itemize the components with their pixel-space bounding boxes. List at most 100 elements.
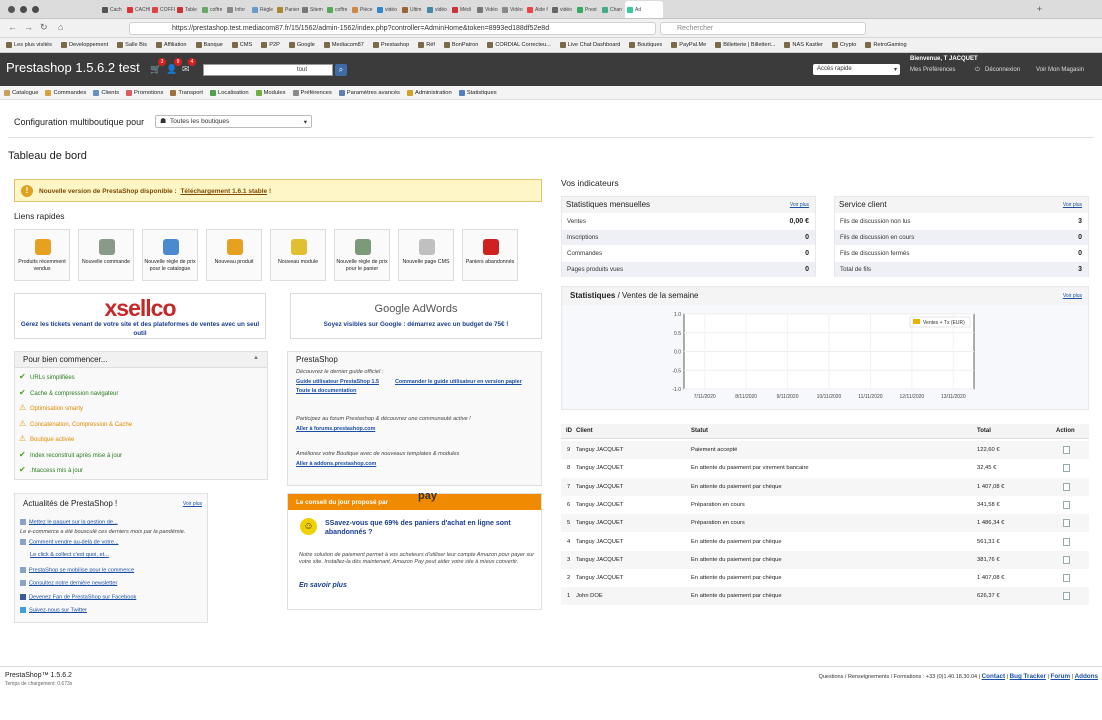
bookmark-item[interactable]: RetroGaming <box>865 42 907 48</box>
menu-item[interactable]: Promotions <box>126 89 163 96</box>
browser-tab[interactable]: Aide f <box>525 1 550 18</box>
menu-item[interactable]: Commandes <box>45 89 86 96</box>
news-link[interactable]: Le click & collect c'est quoi, et... <box>30 552 109 558</box>
view-order-icon[interactable] <box>1063 574 1070 583</box>
view-order-icon[interactable] <box>1063 464 1070 473</box>
menu-item[interactable]: Transport <box>170 89 203 96</box>
checklist-item[interactable]: ⚠ Concaténation, Compression & Cache <box>19 419 132 428</box>
url-field[interactable]: https://prestashop.test.mediacom87.fr/15… <box>129 22 656 35</box>
news-link[interactable]: PrestaShop se mobilise pour le commerce <box>20 567 134 573</box>
quick-link[interactable]: Nouvelle règle de prix pour le catalogue <box>142 229 198 281</box>
table-row[interactable]: 6 Tanguy JACQUET Préparation en cours 341,5… <box>561 496 1089 514</box>
menu-item[interactable]: Modules <box>255 89 286 96</box>
bookmark-item[interactable]: Boutiques <box>629 42 662 48</box>
view-order-icon[interactable] <box>1063 500 1070 509</box>
quick-link[interactable]: Nouvelle commande <box>78 229 134 281</box>
table-row[interactable]: 4 Tanguy JACQUET En attente du paiement pa… <box>561 533 1089 551</box>
table-row[interactable]: 2 Tanguy JACQUET En attente du paiement pa… <box>561 569 1089 587</box>
bookmark-item[interactable]: Live Chat Dashboard <box>559 42 620 48</box>
addons-link[interactable]: Addons <box>1075 673 1098 680</box>
browser-tab[interactable]: Panier <box>275 1 300 18</box>
menu-item[interactable]: Catalogue <box>4 89 38 96</box>
checklist-item[interactable]: ✔ .htaccess mis à jour <box>19 465 83 474</box>
browser-tab[interactable]: vidéo <box>425 1 450 18</box>
checklist-item[interactable]: ✔ Index reconstruit après mise à jour <box>19 450 122 459</box>
bookmark-item[interactable]: Billetterie | Billetteri... <box>715 42 775 48</box>
close-window-icon[interactable] <box>8 6 15 13</box>
browser-tab[interactable]: vidéo <box>375 1 400 18</box>
view-order-icon[interactable] <box>1063 555 1070 564</box>
browser-tab[interactable]: Médi <box>450 1 475 18</box>
news-link[interactable]: Comment vendre au-delà de votre... <box>20 539 119 545</box>
forum-link[interactable]: Aller à forums.prestashop.com <box>296 426 375 432</box>
browser-tab[interactable]: Ad <box>625 1 663 18</box>
menu-item[interactable]: Paramètres avancés <box>338 89 400 96</box>
facebook-link[interactable]: Devenez Fan de PrestaShop sur Facebook <box>20 594 136 600</box>
menu-item[interactable]: Administration <box>406 89 452 96</box>
menu-item[interactable]: Clients <box>93 89 119 96</box>
table-row[interactable]: 7 Tanguy JACQUET En attente du paiement pa… <box>561 477 1089 496</box>
view-order-icon[interactable] <box>1063 482 1070 491</box>
news-more-link[interactable]: Voir plus <box>183 501 202 507</box>
browser-tab[interactable]: Vidéo <box>475 1 500 18</box>
bookmark-item[interactable]: Google <box>288 42 315 48</box>
bookmark-item[interactable]: Réf <box>418 42 435 48</box>
bookmark-item[interactable]: CMS <box>231 42 252 48</box>
logout-link[interactable]: Déconnexion <box>985 67 1020 73</box>
browser-tab[interactable]: Prest <box>575 1 600 18</box>
browser-tab[interactable]: Vidéo <box>500 1 525 18</box>
menu-item[interactable]: Préférences <box>292 89 332 96</box>
browser-tab[interactable]: Sitem <box>300 1 325 18</box>
xsellco-banner[interactable]: xsellco Gérez les tickets venant de votr… <box>14 293 266 339</box>
table-row[interactable]: 8 Tanguy JACQUET En attente du paiement pa… <box>561 459 1089 477</box>
browser-tab[interactable]: Cach <box>100 1 125 18</box>
bookmark-item[interactable]: Prestashop <box>372 42 409 48</box>
customer-service-more-link[interactable]: Voir plus <box>1063 202 1082 208</box>
weekly-sales-more-link[interactable]: Voir plus <box>1063 293 1082 299</box>
checklist-item[interactable]: ⚠ Optimisation smarty <box>19 403 83 412</box>
browser-tab[interactable]: vidéo <box>550 1 575 18</box>
browser-tab[interactable]: coffre <box>325 1 350 18</box>
bookmark-item[interactable]: BonPatron <box>443 42 478 48</box>
view-order-icon[interactable] <box>1063 537 1070 546</box>
back-icon[interactable]: ← <box>8 22 17 32</box>
view-shop-link[interactable]: Voir Mon Magasin <box>1036 67 1084 73</box>
bookmark-item[interactable]: Banque <box>195 42 223 48</box>
browser-tab[interactable]: Règle <box>250 1 275 18</box>
messages-icon[interactable]: ✉ <box>182 64 190 75</box>
table-row[interactable]: 9 Tanguy JACQUET Paiement accepté 122,60 € <box>561 441 1089 459</box>
contact-link[interactable]: Contact <box>982 673 1005 680</box>
browser-tab[interactable]: Chan <box>600 1 625 18</box>
news-link[interactable]: Mettez le paquet sur la gestion de... <box>20 519 118 525</box>
quick-link[interactable]: Nouvelle page CMS <box>398 229 454 281</box>
bookmark-item[interactable]: CORDIAL Correcteu... <box>487 42 551 48</box>
shop-select[interactable]: ☗ Toutes les boutiques ▾ <box>155 115 312 128</box>
menu-item[interactable]: Localisation <box>209 89 249 96</box>
browser-tab[interactable]: Table <box>175 1 200 18</box>
documentation-link[interactable]: Toute la documentation <box>296 388 356 394</box>
browser-tab[interactable]: CACHE Cl <box>125 1 150 18</box>
table-row[interactable]: 1 John DOE En attente du paiement par chèq… <box>561 587 1089 606</box>
my-preferences-link[interactable]: Mes Préférences <box>910 67 955 73</box>
bookmark-item[interactable]: Les plus visités <box>6 42 52 48</box>
bookmark-item[interactable]: Affiliation <box>155 42 187 48</box>
logout-icon[interactable]: ⏻ <box>975 67 980 74</box>
search-scope[interactable]: tout <box>297 67 307 73</box>
bookmark-item[interactable]: NAS Kastler <box>784 42 823 48</box>
newsletter-link[interactable]: Consultez notre dernière newsletter <box>20 580 117 586</box>
table-row[interactable]: 5 Tanguy JACQUET Préparation en cours 1 486… <box>561 514 1089 533</box>
home-icon[interactable]: ⌂ <box>58 22 63 32</box>
view-order-icon[interactable] <box>1063 446 1070 454</box>
guide-link[interactable]: Guide utilisateur PrestaShop 1.5 <box>296 379 379 385</box>
bookmark-item[interactable]: PayPal.Me <box>671 42 706 48</box>
minimize-window-icon[interactable] <box>20 6 27 13</box>
bookmark-item[interactable]: Crypto <box>831 42 856 48</box>
browser-tab[interactable]: Ultim <box>400 1 425 18</box>
adwords-banner[interactable]: Google AdWords Soyez visibles sur Google… <box>290 293 542 339</box>
collapse-icon[interactable]: ▲ <box>253 355 259 361</box>
new-tab-icon[interactable]: + <box>1037 4 1042 14</box>
maximize-window-icon[interactable] <box>32 6 39 13</box>
bookmark-item[interactable]: Developpement <box>60 42 108 48</box>
checklist-item[interactable]: ✔ URLs simplifiées <box>19 372 75 381</box>
browser-search-field[interactable]: Rechercher <box>660 22 866 35</box>
